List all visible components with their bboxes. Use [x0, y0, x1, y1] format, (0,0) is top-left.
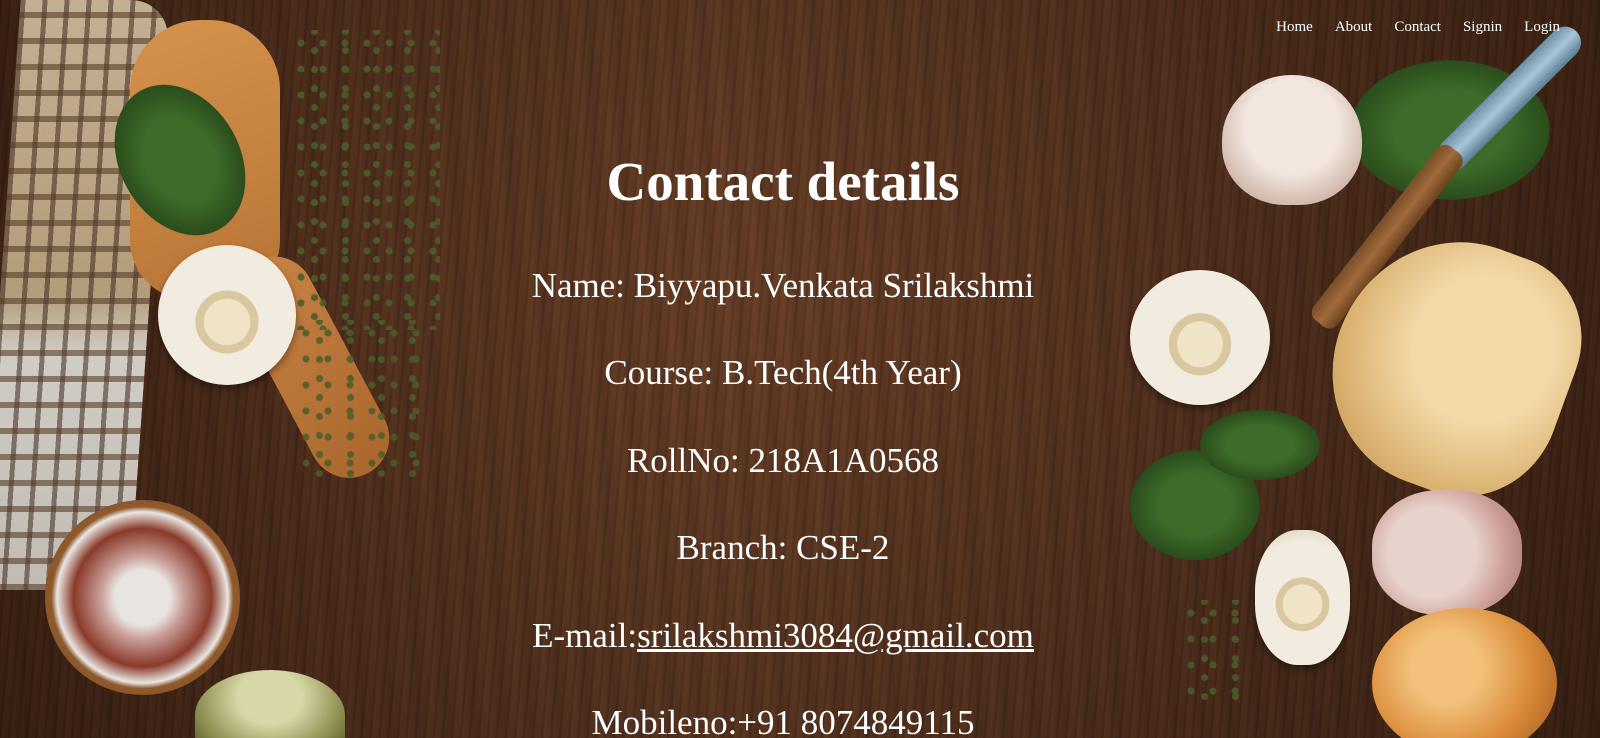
- course-line: Course: B.Tech(4th Year): [604, 353, 962, 392]
- top-nav: Home About Contact Signin Login: [1254, 19, 1560, 36]
- nav-signin-link[interactable]: Signin: [1463, 19, 1502, 36]
- email-label: E-mail:: [532, 615, 638, 655]
- rollno-line: RollNo: 218A1A0568: [626, 440, 940, 480]
- email-link[interactable]: srilakshmi3084@gmail.com: [637, 616, 1034, 656]
- page-title: Contact details: [606, 151, 960, 212]
- nav-about-link[interactable]: About: [1335, 19, 1373, 36]
- nav-home-link[interactable]: Home: [1276, 19, 1313, 36]
- email-line: E-mail: srilakshmi3084@gmail.com: [0, 568, 1566, 656]
- branch-line: Branch: CSE-2: [676, 528, 890, 567]
- nav-login-link[interactable]: Login: [1524, 19, 1560, 36]
- mobile-line: Mobileno:+91 8074849115: [591, 703, 975, 738]
- nav-contact-link[interactable]: Contact: [1394, 19, 1441, 36]
- contact-details-section: Contact details Name: Biyyapu.Venkata Sr…: [0, 146, 1566, 738]
- name-line: Name: Biyyapu.Venkata Srilakshmi: [531, 265, 1035, 305]
